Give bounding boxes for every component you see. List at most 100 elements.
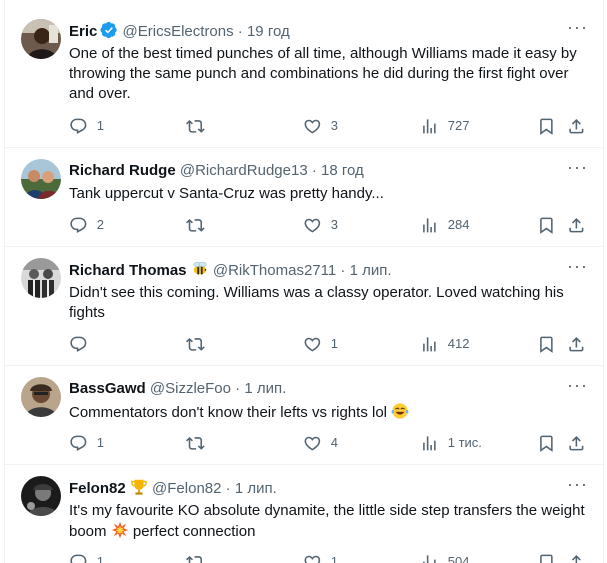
reply-tweet[interactable]: Eric @EricsElectrons · 19 год ··· One of…	[5, 7, 603, 148]
author-name[interactable]: Richard Rudge	[69, 162, 176, 179]
views-icon	[420, 117, 439, 136]
repost-icon	[186, 434, 205, 453]
avatar[interactable]	[21, 377, 61, 417]
views-icon	[420, 553, 439, 563]
bookmark-icon	[537, 434, 556, 453]
more-icon[interactable]: ···	[567, 376, 587, 399]
repost-button[interactable]	[186, 215, 214, 235]
views-button[interactable]: 284	[420, 215, 469, 235]
like-icon	[303, 335, 322, 354]
repost-icon	[186, 335, 205, 354]
views-button[interactable]: 1 тис.	[420, 433, 482, 453]
avatar[interactable]	[21, 19, 61, 59]
more-icon[interactable]: ···	[567, 18, 587, 41]
bookmark-button[interactable]	[537, 116, 556, 136]
share-icon	[567, 553, 586, 563]
repost-icon	[186, 117, 205, 136]
author-handle[interactable]: @EricsElectrons	[123, 23, 234, 40]
action-bar: 2 3 284	[69, 215, 587, 235]
views-button[interactable]: 412	[420, 334, 469, 354]
tweet-text: One of the best timed punches of all tim…	[69, 45, 577, 102]
share-button[interactable]	[567, 433, 586, 453]
bookmark-button[interactable]	[537, 433, 556, 453]
bookmark-button[interactable]	[537, 215, 556, 235]
repost-button[interactable]	[186, 334, 214, 354]
views-button[interactable]: 504	[420, 552, 469, 563]
collision-emoji	[111, 521, 129, 539]
views-icon	[420, 434, 439, 453]
author-handle[interactable]: @Felon82	[152, 480, 221, 497]
verified-badge-icon	[100, 21, 118, 45]
share-icon	[567, 117, 586, 136]
share-button[interactable]	[567, 552, 586, 563]
share-icon	[567, 434, 586, 453]
tweet-text: Didn't see this coming. Williams was a c…	[69, 284, 564, 321]
author-name[interactable]: Eric	[69, 23, 97, 40]
timestamp[interactable]: 19 год	[247, 23, 290, 40]
avatar[interactable]	[21, 476, 61, 516]
bookmark-icon	[537, 335, 556, 354]
reply-button[interactable]: 2	[69, 215, 104, 235]
reply-icon	[69, 216, 88, 235]
author-name[interactable]: Felon82	[69, 480, 126, 497]
reply-icon	[69, 117, 88, 136]
author-name[interactable]: Richard Thomas	[69, 262, 187, 279]
action-bar: 1 1 504	[69, 552, 587, 563]
like-button[interactable]: 3	[303, 215, 338, 235]
laughing-tears-emoji	[391, 402, 409, 420]
trophy-icon	[130, 478, 148, 496]
timestamp[interactable]: 1 лип.	[235, 480, 277, 497]
like-button[interactable]: 1	[303, 552, 338, 563]
timestamp[interactable]: 18 год	[321, 162, 364, 179]
repost-icon	[186, 216, 205, 235]
reply-tweet[interactable]: Felon82 @Felon82 · 1 лип. ··· It's my fa…	[5, 464, 603, 563]
avatar[interactable]	[21, 258, 61, 298]
share-button[interactable]	[567, 116, 586, 136]
bookmark-button[interactable]	[537, 552, 556, 563]
reply-icon	[69, 553, 88, 563]
replies-timeline: Eric @EricsElectrons · 19 год ··· One of…	[4, 0, 604, 563]
like-icon	[303, 216, 322, 235]
tweet-text: Commentators don't know their lefts vs r…	[69, 402, 589, 423]
timestamp[interactable]: 1 лип.	[244, 380, 286, 397]
reply-tweet[interactable]: Richard Thomas @RikThomas2711 · 1 лип. ·…	[5, 246, 603, 366]
like-button[interactable]: 3	[303, 116, 338, 136]
author-handle[interactable]: @RichardRudge13	[180, 162, 308, 179]
more-icon[interactable]: ···	[567, 158, 587, 181]
author-handle[interactable]: @SizzleFoo	[150, 380, 231, 397]
share-button[interactable]	[567, 215, 586, 235]
repost-button[interactable]	[186, 116, 214, 136]
bookmark-icon	[537, 117, 556, 136]
share-button[interactable]	[567, 334, 586, 354]
reply-tweet[interactable]: Richard Rudge @RichardRudge13 · 18 год ·…	[5, 147, 603, 247]
more-icon[interactable]: ···	[567, 257, 587, 280]
author-name[interactable]: BassGawd	[69, 380, 146, 397]
reply-button[interactable]	[69, 334, 97, 354]
repost-icon	[186, 553, 205, 563]
reply-button[interactable]: 1	[69, 116, 104, 136]
more-icon[interactable]: ···	[567, 475, 587, 498]
bee-icon	[191, 260, 209, 278]
like-icon	[303, 553, 322, 563]
bookmark-icon	[537, 553, 556, 563]
timestamp[interactable]: 1 лип.	[350, 262, 392, 279]
action-bar: 1 412	[69, 334, 587, 354]
like-button[interactable]: 4	[303, 433, 338, 453]
views-icon	[420, 335, 439, 354]
reply-button[interactable]: 1	[69, 433, 104, 453]
like-button[interactable]: 1	[303, 334, 338, 354]
like-icon	[303, 117, 322, 136]
repost-button[interactable]	[186, 552, 214, 563]
bookmark-icon	[537, 216, 556, 235]
share-icon	[567, 335, 586, 354]
reply-tweet[interactable]: BassGawd @SizzleFoo · 1 лип. ··· Comment…	[5, 365, 603, 465]
author-handle[interactable]: @RikThomas2711	[213, 262, 336, 279]
reply-icon	[69, 434, 88, 453]
tweet-text: Tank uppercut v Santa-Cruz was pretty ha…	[69, 185, 384, 202]
reply-button[interactable]: 1	[69, 552, 104, 563]
avatar[interactable]	[21, 159, 61, 199]
views-button[interactable]: 727	[420, 116, 469, 136]
bookmark-button[interactable]	[537, 334, 556, 354]
views-icon	[420, 216, 439, 235]
repost-button[interactable]	[186, 433, 214, 453]
